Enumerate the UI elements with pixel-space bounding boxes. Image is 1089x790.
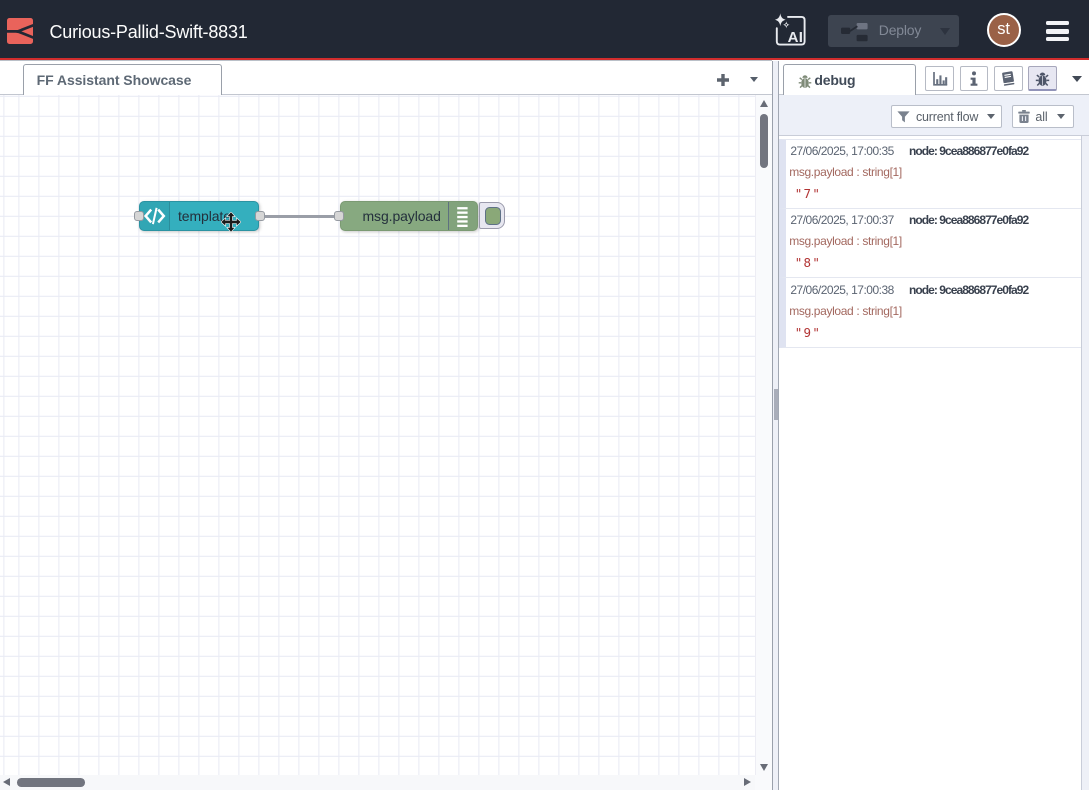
sidebar-tab-dashboard[interactable] xyxy=(925,66,954,92)
horizontal-scroll-thumb[interactable] xyxy=(17,778,85,787)
scrollbar-corner xyxy=(755,775,772,790)
hamburger-icon xyxy=(1046,21,1069,25)
bar-chart-icon xyxy=(931,70,949,88)
message-timestamp: 27/06/2025, 17:00:38 xyxy=(790,283,893,297)
debug-toggle-state xyxy=(485,207,501,225)
node-template[interactable]: template xyxy=(139,201,259,231)
sidebar-splitter[interactable] xyxy=(772,61,780,790)
node-label: msg.payload xyxy=(363,202,441,230)
sidebar-tab-info[interactable] xyxy=(960,66,989,92)
hamburger-icon-bar xyxy=(1046,29,1069,33)
deploy-button-label: Deploy xyxy=(879,15,921,46)
sidebar-tab-help[interactable] xyxy=(994,66,1023,92)
plus-icon xyxy=(717,74,729,86)
template-input-port[interactable] xyxy=(134,211,144,221)
wire[interactable] xyxy=(264,215,335,218)
svg-text:AI: AI xyxy=(788,29,804,46)
debug-message[interactable]: 27/06/2025, 17:00:38 node: 9cea886877e0fa… xyxy=(779,278,1080,348)
sidebar-tab-debug-button[interactable] xyxy=(1028,66,1057,92)
bug-icon xyxy=(1034,70,1051,87)
sidebar-scrollbar-track[interactable] xyxy=(1081,136,1089,790)
vertical-scroll-thumb[interactable] xyxy=(760,114,768,168)
debug-filter-button[interactable]: current flow xyxy=(891,105,1002,128)
bug-icon xyxy=(797,73,813,89)
message-node-id: node: 9cea886877e0fa92 xyxy=(909,144,1028,158)
user-avatar[interactable]: st xyxy=(987,13,1021,47)
scroll-left-arrow-icon[interactable] xyxy=(3,778,10,786)
trash-icon xyxy=(1018,110,1030,123)
message-topic: msg.payload : string[1] xyxy=(789,233,902,250)
book-icon xyxy=(999,70,1017,88)
canvas-grid[interactable]: template msg.payload xyxy=(0,95,755,775)
move-cursor-icon xyxy=(221,212,241,232)
flow-canvas[interactable]: template msg.payload xyxy=(0,95,772,790)
workspace-tab[interactable]: FF Assistant Showcase xyxy=(23,64,222,95)
sidebar-tab-debug[interactable]: debug xyxy=(783,64,915,95)
message-meta-row: 27/06/2025, 17:00:35 node: 9cea886877e0fa… xyxy=(790,143,1028,160)
scroll-down-arrow-icon[interactable] xyxy=(760,764,768,771)
splitter-scroll-thumb[interactable] xyxy=(774,389,778,420)
code-icon xyxy=(140,202,169,230)
hamburger-icon-bar xyxy=(1046,37,1069,41)
info-icon xyxy=(965,70,983,88)
sidebar-menu-caret-icon[interactable] xyxy=(1072,76,1082,82)
deploy-nodes-icon xyxy=(841,23,869,42)
clear-button-label: all xyxy=(1035,110,1047,124)
deploy-button[interactable]: Deploy xyxy=(828,15,959,46)
clear-caret-icon xyxy=(1057,114,1065,119)
canvas-horizontal-scrollbar[interactable] xyxy=(0,775,755,790)
debug-message-list: 27/06/2025, 17:00:35 node: 9cea886877e0fa… xyxy=(779,139,1080,349)
flowfuse-logo-icon[interactable] xyxy=(7,18,33,44)
message-meta-row: 27/06/2025, 17:00:37 node: 9cea886877e0fa… xyxy=(790,212,1028,229)
template-node-iconbox xyxy=(140,202,170,230)
debug-input-port[interactable] xyxy=(334,211,344,221)
debug-lines-icon xyxy=(449,202,476,230)
deploy-options-caret-icon[interactable] xyxy=(940,28,950,35)
ai-assistant-icon[interactable]: AI xyxy=(773,12,809,48)
add-flow-button[interactable] xyxy=(717,73,729,85)
filter-button-label: current flow xyxy=(916,110,978,124)
sidebar: debug xyxy=(779,61,1089,790)
debug-message[interactable]: 27/06/2025, 17:00:35 node: 9cea886877e0fa… xyxy=(779,139,1080,209)
debug-message-pane[interactable]: 27/06/2025, 17:00:35 node: 9cea886877e0fa… xyxy=(779,136,1089,790)
message-value: "7" xyxy=(795,184,821,203)
message-topic: msg.payload : string[1] xyxy=(789,164,902,181)
message-meta-row: 27/06/2025, 17:00:38 node: 9cea886877e0fa… xyxy=(790,282,1028,299)
message-node-id: node: 9cea886877e0fa92 xyxy=(909,283,1028,297)
filter-funnel-icon xyxy=(897,111,910,123)
template-output-port[interactable] xyxy=(255,211,265,221)
debug-clear-button[interactable]: all xyxy=(1012,105,1074,128)
sidebar-tab-label: debug xyxy=(814,65,855,95)
message-value: "8" xyxy=(795,253,821,272)
debug-message[interactable]: 27/06/2025, 17:00:37 node: 9cea886877e0fa… xyxy=(779,209,1080,279)
scroll-up-arrow-icon[interactable] xyxy=(760,100,768,107)
message-node-id: node: 9cea886877e0fa92 xyxy=(909,213,1028,227)
scroll-right-arrow-icon[interactable] xyxy=(744,778,751,786)
flow-list-caret-icon[interactable] xyxy=(750,77,758,82)
debug-node-iconbox xyxy=(448,202,477,230)
header-bar: Curious-Pallid-Swift-8831 AI Deploy st xyxy=(0,0,1089,58)
debug-toggle-button[interactable] xyxy=(479,202,505,229)
instance-title: Curious-Pallid-Swift-8831 xyxy=(50,3,248,61)
message-topic: msg.payload : string[1] xyxy=(789,303,902,320)
canvas-vertical-scrollbar[interactable] xyxy=(755,95,772,775)
filter-caret-icon xyxy=(987,114,995,119)
message-timestamp: 27/06/2025, 17:00:37 xyxy=(790,213,893,227)
node-debug[interactable]: msg.payload xyxy=(340,201,478,231)
message-value: "9" xyxy=(795,323,821,342)
message-timestamp: 27/06/2025, 17:00:35 xyxy=(790,144,893,158)
